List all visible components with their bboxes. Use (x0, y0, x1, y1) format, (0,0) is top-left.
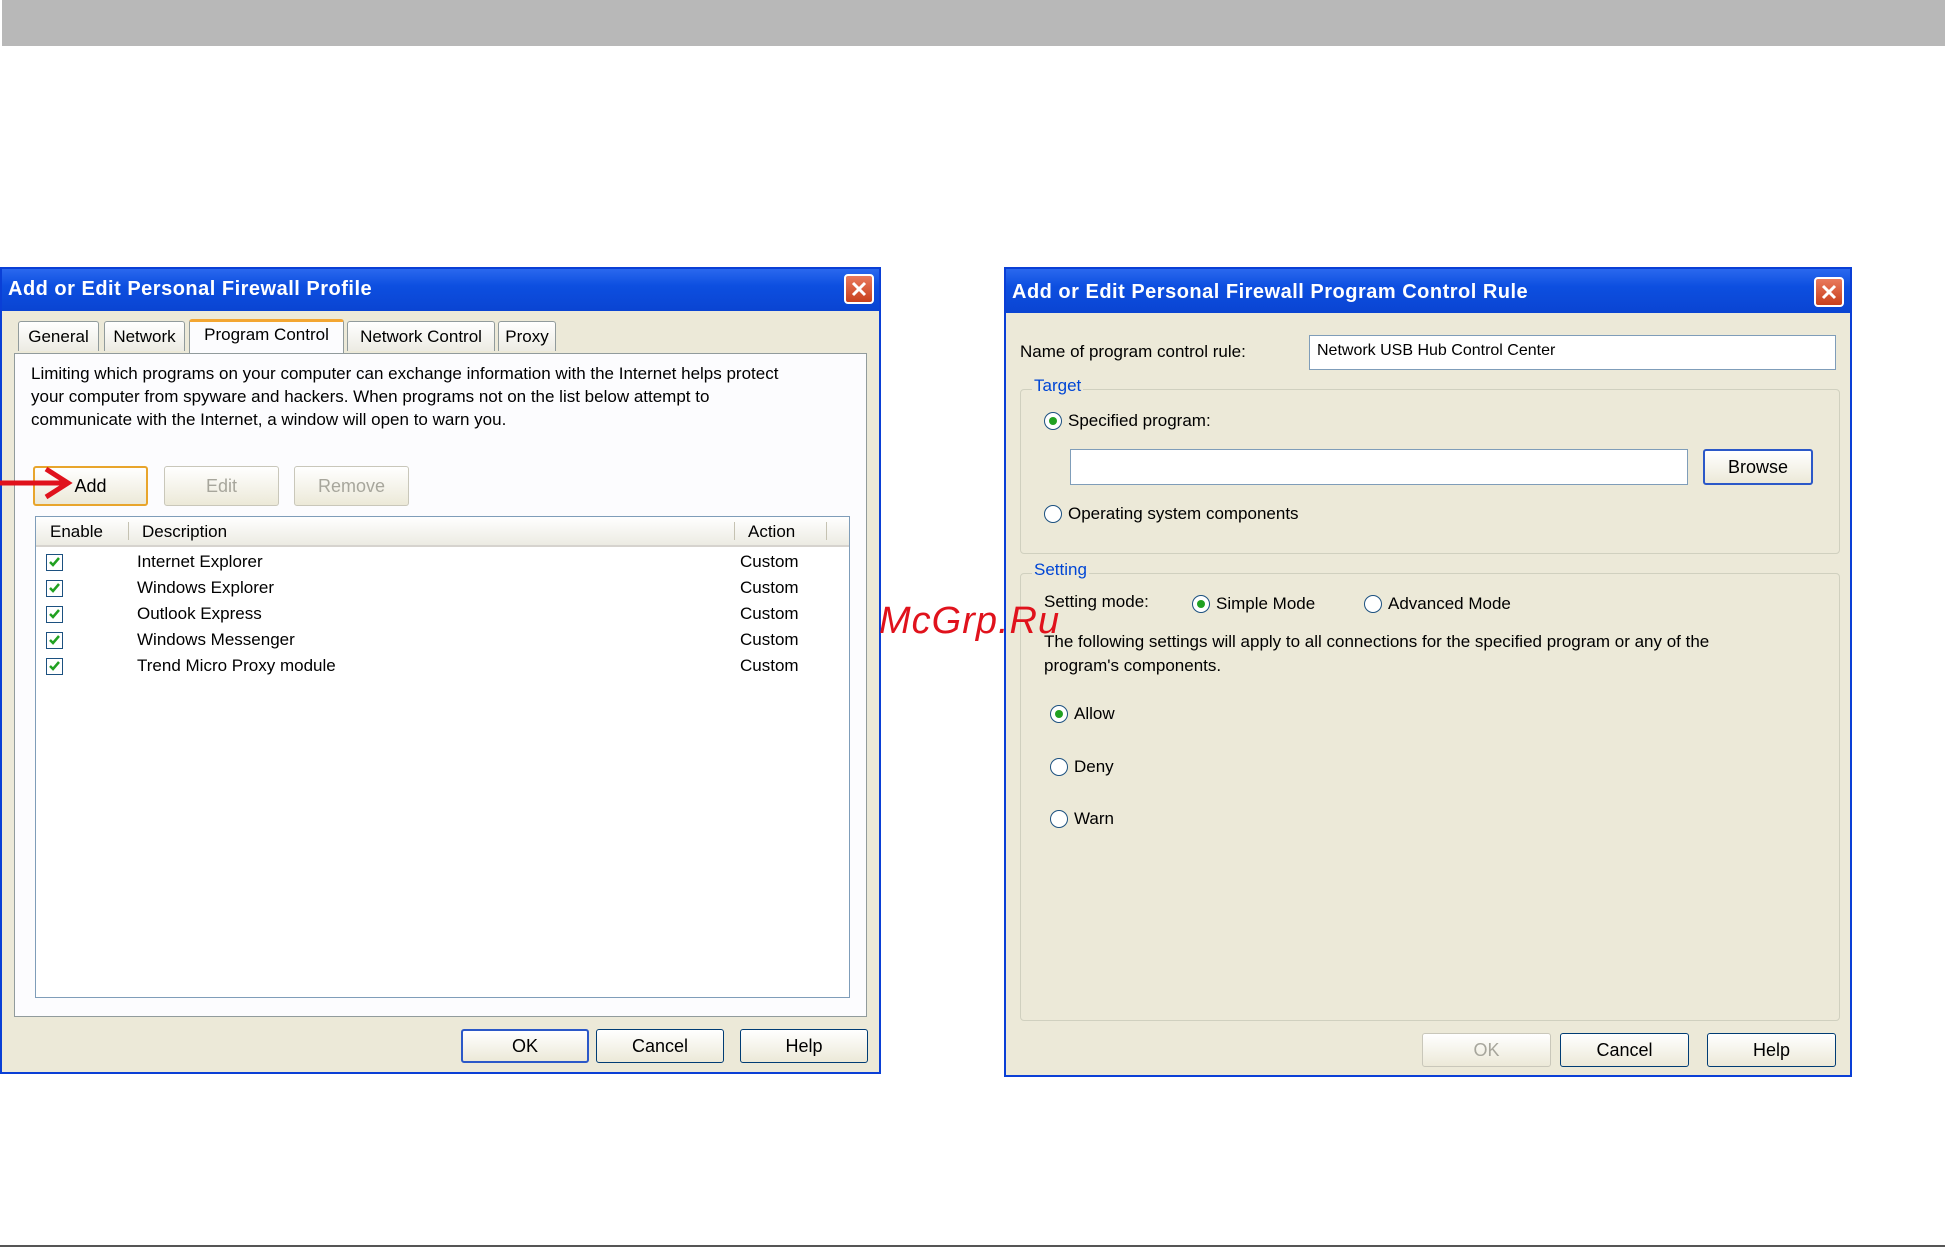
tab-network[interactable]: Network (104, 321, 185, 351)
description-text: Limiting which programs on your computer… (31, 364, 779, 429)
tab-proxy[interactable]: Proxy (498, 321, 556, 351)
close-icon (851, 281, 867, 297)
tab-general[interactable]: General (18, 321, 99, 351)
close-button[interactable] (1814, 277, 1844, 307)
checkmark-icon (49, 661, 60, 671)
column-action[interactable]: Action (748, 522, 795, 542)
table-row[interactable]: Outlook Express Custom (36, 603, 849, 629)
setting-group-title: Setting (1032, 560, 1089, 580)
help-button[interactable]: Help (740, 1029, 868, 1063)
simple-mode-label: Simple Mode (1216, 594, 1316, 613)
firewall-profile-dialog: Add or Edit Personal Firewall Profile Ge… (0, 267, 881, 1074)
edit-button[interactable]: Edit (164, 466, 279, 506)
list-header: Enable Description Action (36, 517, 849, 547)
table-row[interactable]: Trend Micro Proxy module Custom (36, 655, 849, 681)
close-button[interactable] (844, 274, 874, 304)
tab-program-control[interactable]: Program Control (189, 319, 344, 353)
tab-panel-program-control: Limiting which programs on your computer… (14, 353, 867, 1017)
page-header-bar (2, 0, 1945, 46)
deny-label: Deny (1074, 757, 1114, 776)
settings-info-text: The following settings will apply to all… (1044, 632, 1710, 675)
specified-program-label: Specified program: (1068, 411, 1211, 430)
enable-checkbox[interactable] (46, 554, 63, 571)
tab-network-control[interactable]: Network Control (347, 321, 495, 351)
deny-radio[interactable] (1050, 758, 1068, 776)
table-row[interactable]: Windows Messenger Custom (36, 629, 849, 655)
ok-button[interactable]: OK (1422, 1033, 1551, 1067)
allow-radio[interactable] (1050, 705, 1068, 723)
close-icon (1821, 284, 1837, 300)
help-button[interactable]: Help (1707, 1033, 1836, 1067)
rule-name-label: Name of program control rule: (1020, 342, 1246, 361)
advanced-mode-label: Advanced Mode (1388, 594, 1511, 613)
title-bar[interactable]: Add or Edit Personal Firewall Profile (2, 269, 879, 311)
os-components-radio[interactable] (1044, 505, 1062, 523)
os-components-label: Operating system components (1068, 504, 1299, 523)
browse-button[interactable]: Browse (1703, 449, 1813, 485)
enable-checkbox[interactable] (46, 632, 63, 649)
page-footer-line (0, 1245, 1945, 1247)
column-description[interactable]: Description (142, 522, 227, 542)
cancel-button[interactable]: Cancel (1560, 1033, 1689, 1067)
checkmark-icon (49, 583, 60, 593)
advanced-mode-radio[interactable] (1364, 595, 1382, 613)
table-row[interactable]: Windows Explorer Custom (36, 577, 849, 603)
checkmark-icon (49, 609, 60, 619)
warn-label: Warn (1074, 809, 1114, 828)
allow-label: Allow (1074, 704, 1115, 723)
enable-checkbox[interactable] (46, 658, 63, 675)
dialog-title: Add or Edit Personal Firewall Program Co… (1012, 281, 1529, 303)
dialog-title: Add or Edit Personal Firewall Profile (8, 278, 373, 300)
enable-checkbox[interactable] (46, 580, 63, 597)
cancel-button[interactable]: Cancel (596, 1029, 724, 1063)
specified-program-radio[interactable] (1044, 412, 1062, 430)
simple-mode-radio[interactable] (1192, 595, 1210, 613)
table-row[interactable]: Internet Explorer Custom (36, 551, 849, 577)
ok-button[interactable]: OK (461, 1029, 589, 1063)
program-path-input[interactable] (1070, 449, 1688, 485)
program-list[interactable]: Enable Description Action Internet Explo… (35, 516, 850, 998)
checkmark-icon (49, 635, 60, 645)
pointer-arrow-icon (0, 466, 73, 500)
warn-radio[interactable] (1050, 810, 1068, 828)
rule-name-input[interactable]: Network USB Hub Control Center (1309, 335, 1836, 370)
remove-button[interactable]: Remove (294, 466, 409, 506)
column-separator (128, 522, 129, 540)
enable-checkbox[interactable] (46, 606, 63, 623)
column-separator (734, 522, 735, 540)
watermark-text: McGrp.Ru (879, 600, 1061, 642)
target-group-title: Target (1032, 376, 1084, 396)
checkmark-icon (49, 557, 60, 567)
column-enable[interactable]: Enable (50, 522, 103, 542)
column-separator (826, 522, 827, 540)
title-bar[interactable]: Add or Edit Personal Firewall Program Co… (1006, 269, 1850, 313)
program-control-rule-dialog: Add or Edit Personal Firewall Program Co… (1004, 267, 1852, 1077)
